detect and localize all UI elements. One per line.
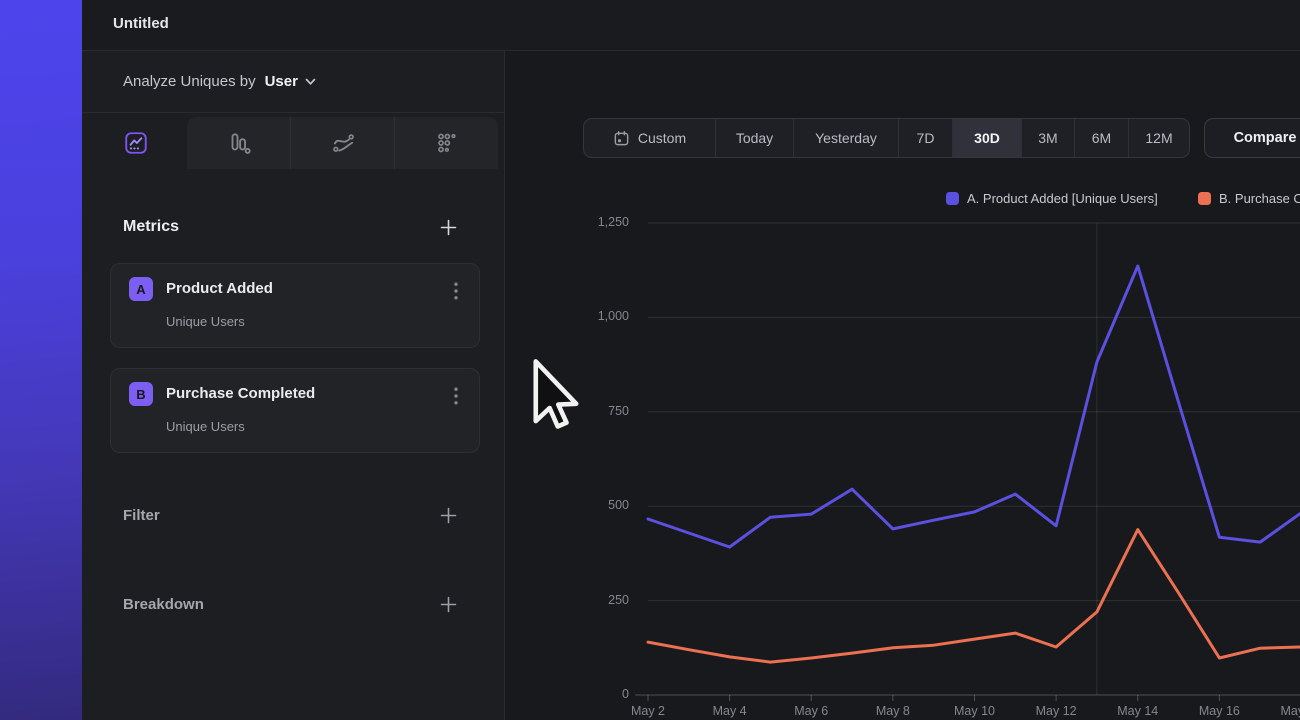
screen: Untitled Analyze Uniques by User: [0, 0, 1300, 720]
add-filter-button[interactable]: [436, 503, 460, 527]
metric-card-a[interactable]: A Product Added Unique Users: [110, 263, 480, 348]
filter-title: Filter: [123, 507, 160, 524]
y-tick-label: 1,250: [506, 215, 629, 229]
x-tick-label: May 6: [781, 704, 841, 718]
retention-grid-icon: [434, 130, 460, 156]
report-title[interactable]: Untitled: [113, 15, 169, 32]
metric-badge-a: A: [129, 277, 153, 301]
x-tick-label: May 18: [1271, 704, 1300, 718]
app-window: Untitled Analyze Uniques by User: [82, 0, 1300, 720]
y-tick-label: 1,000: [506, 309, 629, 323]
background-gradient: [0, 0, 82, 720]
x-tick-label: May 10: [945, 704, 1005, 718]
series-line: [648, 530, 1300, 663]
query-panel: Analyze Uniques by User: [82, 51, 505, 720]
mouse-cursor: [530, 358, 580, 438]
add-metric-button[interactable]: [436, 215, 460, 239]
chart-panel: Custom Today Yesterday 7D 30D 3M 6M 12M …: [506, 51, 1300, 720]
metric-card-b[interactable]: B Purchase Completed Unique Users: [110, 368, 480, 453]
bar-chart-icon: [226, 130, 252, 156]
tab-line-chart[interactable]: [122, 129, 150, 157]
metric-measure-a[interactable]: Unique Users: [166, 314, 245, 329]
x-tick-label: May 2: [618, 704, 678, 718]
metric-measure-b[interactable]: Unique Users: [166, 419, 245, 434]
chart-type-tab-group: [187, 117, 498, 169]
add-breakdown-button[interactable]: [436, 592, 460, 616]
flow-icon: [330, 130, 356, 156]
kebab-icon: [454, 282, 458, 300]
metric-name-b[interactable]: Purchase Completed: [166, 385, 315, 402]
analyze-by-dropdown[interactable]: User: [265, 73, 316, 90]
topbar: Untitled: [82, 0, 1300, 51]
analyze-by-value: User: [265, 73, 298, 90]
kebab-icon: [454, 387, 458, 405]
y-tick-label: 500: [506, 498, 629, 512]
x-tick-label: May 16: [1189, 704, 1249, 718]
breakdown-title: Breakdown: [123, 596, 204, 613]
x-tick-label: May 4: [700, 704, 760, 718]
tab-retention-grid[interactable]: [394, 117, 498, 169]
x-tick-label: May 14: [1108, 704, 1168, 718]
metrics-title: Metrics: [123, 218, 179, 236]
metrics-header: Metrics: [123, 215, 480, 239]
tab-bar-chart[interactable]: [187, 117, 290, 169]
analyze-row: Analyze Uniques by User: [82, 51, 504, 113]
filter-header: Filter: [123, 503, 480, 527]
series-line: [648, 266, 1300, 547]
metric-menu-button-a[interactable]: [445, 280, 467, 302]
line-chart: [506, 51, 1300, 720]
breakdown-header: Breakdown: [123, 592, 480, 616]
plus-icon: [440, 596, 457, 613]
tab-flow[interactable]: [290, 117, 394, 169]
y-tick-label: 250: [506, 593, 629, 607]
analyze-label: Analyze Uniques by: [123, 73, 256, 90]
metric-name-a[interactable]: Product Added: [166, 280, 273, 297]
y-tick-label: 0: [506, 687, 629, 701]
plus-icon: [440, 219, 457, 236]
chevron-down-icon: [305, 78, 316, 86]
metric-menu-button-b[interactable]: [445, 385, 467, 407]
x-tick-label: May 8: [863, 704, 923, 718]
insights-line-icon: [123, 130, 149, 156]
x-tick-label: May 12: [1026, 704, 1086, 718]
plus-icon: [440, 507, 457, 524]
chart-type-tabs: [82, 113, 504, 169]
metric-badge-b: B: [129, 382, 153, 406]
